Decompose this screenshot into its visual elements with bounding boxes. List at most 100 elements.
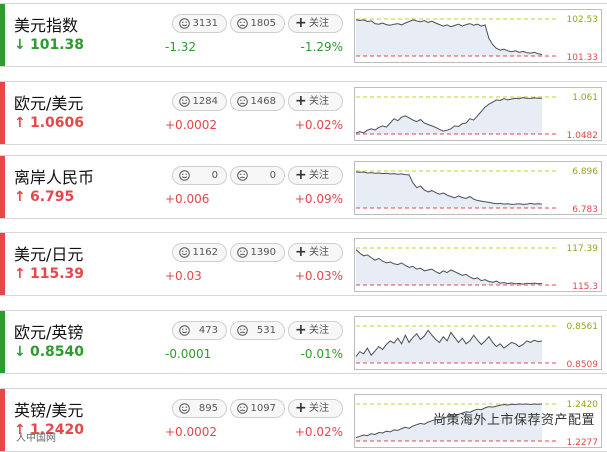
follow-button[interactable]: + 关注 bbox=[288, 92, 343, 111]
quote-card[interactable]: 美元指数 ↓ 101.38 -1.32 -1.29% 3131 1805 + 关注 … bbox=[0, 3, 607, 67]
trend-arrow-icon: ↓ bbox=[14, 344, 26, 360]
series-area bbox=[356, 172, 542, 208]
low-label: 6.783 bbox=[572, 205, 598, 215]
change-value: -0.0001 bbox=[165, 347, 212, 361]
change-value: +0.0002 bbox=[165, 425, 218, 439]
follow-label: 关注 bbox=[309, 170, 329, 181]
watermark-text: 尚策海外上市保荐资产配置 bbox=[432, 413, 595, 428]
trend-bar bbox=[0, 156, 5, 218]
follow-label: 关注 bbox=[309, 403, 329, 414]
like-button[interactable]: 3131 bbox=[172, 14, 227, 33]
follow-button[interactable]: + 关注 bbox=[288, 243, 343, 262]
smiley-icon bbox=[179, 403, 190, 420]
instrument-name: 美元/日元 bbox=[14, 245, 84, 264]
dislike-count: 1805 bbox=[250, 18, 276, 29]
like-button[interactable]: 473 bbox=[172, 321, 227, 340]
price-text: 1.0606 bbox=[30, 115, 85, 131]
price-value: ↑ 1.0606 bbox=[14, 115, 84, 131]
like-button[interactable]: 0 bbox=[172, 166, 227, 185]
plus-icon: + bbox=[295, 400, 307, 416]
instrument-name: 离岸人民币 bbox=[14, 168, 95, 187]
quote-card[interactable]: 欧元/英镑 ↓ 0.8540 -0.0001 -0.01% 473 531 + 关注… bbox=[0, 310, 607, 374]
trend-arrow-icon: ↑ bbox=[14, 115, 26, 131]
change-value: +0.006 bbox=[165, 192, 210, 206]
percent-change: +0.09% bbox=[294, 192, 343, 206]
trend-bar bbox=[0, 4, 5, 66]
price-text: 101.38 bbox=[30, 37, 85, 53]
dislike-button[interactable]: 0 bbox=[230, 166, 285, 185]
follow-label: 关注 bbox=[309, 18, 329, 29]
like-count: 3131 bbox=[192, 18, 218, 29]
quote-card[interactable]: 离岸人民币 ↑ 6.795 +0.006 +0.09% 0 0 + 关注 6.896… bbox=[0, 155, 607, 219]
like-button[interactable]: 1162 bbox=[172, 243, 227, 262]
high-label: 0.8561 bbox=[567, 322, 599, 332]
dislike-button[interactable]: 531 bbox=[230, 321, 285, 340]
quote-card[interactable]: 美元/日元 ↑ 115.39 +0.03 +0.03% 1162 1390 + 关注… bbox=[0, 232, 607, 296]
frown-icon bbox=[237, 325, 248, 342]
dislike-button[interactable]: 1468 bbox=[230, 92, 285, 111]
low-label: 1.0482 bbox=[567, 131, 599, 141]
price-value: ↑ 6.795 bbox=[14, 189, 74, 205]
low-label: 1.2277 bbox=[567, 438, 599, 448]
frown-icon bbox=[237, 18, 248, 35]
dislike-button[interactable]: 1097 bbox=[230, 399, 285, 418]
plus-icon: + bbox=[295, 167, 307, 183]
quote-card[interactable]: 欧元/美元 ↑ 1.0606 +0.0002 +0.02% 1284 1468 +… bbox=[0, 81, 607, 145]
like-button[interactable]: 1284 bbox=[172, 92, 227, 111]
like-count: 895 bbox=[198, 403, 218, 414]
percent-change: -1.29% bbox=[300, 40, 343, 54]
trend-arrow-icon: ↓ bbox=[14, 37, 26, 53]
plus-icon: + bbox=[295, 93, 307, 109]
low-label: 115.3 bbox=[572, 282, 598, 292]
instrument-name: 美元指数 bbox=[14, 16, 79, 35]
follow-button[interactable]: + 关注 bbox=[288, 399, 343, 418]
price-text: 0.8540 bbox=[30, 344, 85, 360]
frown-icon bbox=[237, 247, 248, 264]
like-count: 0 bbox=[211, 170, 218, 181]
like-count: 1284 bbox=[192, 96, 218, 107]
follow-label: 关注 bbox=[309, 247, 329, 258]
follow-label: 关注 bbox=[309, 96, 329, 107]
change-value: +0.03 bbox=[165, 269, 202, 283]
change-value: +0.0002 bbox=[165, 118, 218, 132]
smiley-icon bbox=[179, 170, 190, 187]
plus-icon: + bbox=[295, 322, 307, 338]
low-label: 0.8509 bbox=[567, 360, 599, 370]
trend-arrow-icon: ↑ bbox=[14, 266, 26, 282]
dislike-count: 0 bbox=[269, 170, 276, 181]
instrument-name: 欧元/英镑 bbox=[14, 323, 84, 342]
dislike-count: 531 bbox=[256, 325, 276, 336]
like-button[interactable]: 895 bbox=[172, 399, 227, 418]
price-value: ↓ 101.38 bbox=[14, 37, 84, 53]
series-area bbox=[356, 330, 542, 363]
change-value: -1.32 bbox=[165, 40, 197, 54]
percent-change: +0.03% bbox=[294, 269, 343, 283]
instrument-name: 欧元/美元 bbox=[14, 94, 84, 113]
price-value: ↓ 0.8540 bbox=[14, 344, 84, 360]
high-label: 1.061 bbox=[572, 93, 598, 103]
follow-button[interactable]: + 关注 bbox=[288, 14, 343, 33]
high-label: 6.896 bbox=[572, 167, 598, 177]
series-area bbox=[356, 97, 542, 134]
mini-chart: 0.8561 0.8509 bbox=[354, 316, 602, 370]
like-count: 1162 bbox=[192, 247, 218, 258]
dislike-button[interactable]: 1390 bbox=[230, 243, 285, 262]
dislike-count: 1097 bbox=[250, 403, 276, 414]
mini-chart: 1.061 1.0482 bbox=[354, 87, 602, 141]
price-text: 6.795 bbox=[30, 189, 75, 205]
series-area bbox=[356, 249, 542, 285]
mini-chart: 6.896 6.783 bbox=[354, 161, 602, 215]
high-label: 117.39 bbox=[567, 244, 599, 254]
follow-label: 关注 bbox=[309, 325, 329, 336]
follow-button[interactable]: + 关注 bbox=[288, 321, 343, 340]
follow-button[interactable]: + 关注 bbox=[288, 166, 343, 185]
dislike-button[interactable]: 1805 bbox=[230, 14, 285, 33]
trend-bar bbox=[0, 389, 5, 451]
high-label: 102.53 bbox=[567, 15, 599, 25]
percent-change: +0.02% bbox=[294, 425, 343, 439]
trend-bar bbox=[0, 82, 5, 144]
percent-change: +0.02% bbox=[294, 118, 343, 132]
smiley-icon bbox=[179, 96, 190, 113]
smiley-icon bbox=[179, 325, 190, 342]
frown-icon bbox=[237, 96, 248, 113]
